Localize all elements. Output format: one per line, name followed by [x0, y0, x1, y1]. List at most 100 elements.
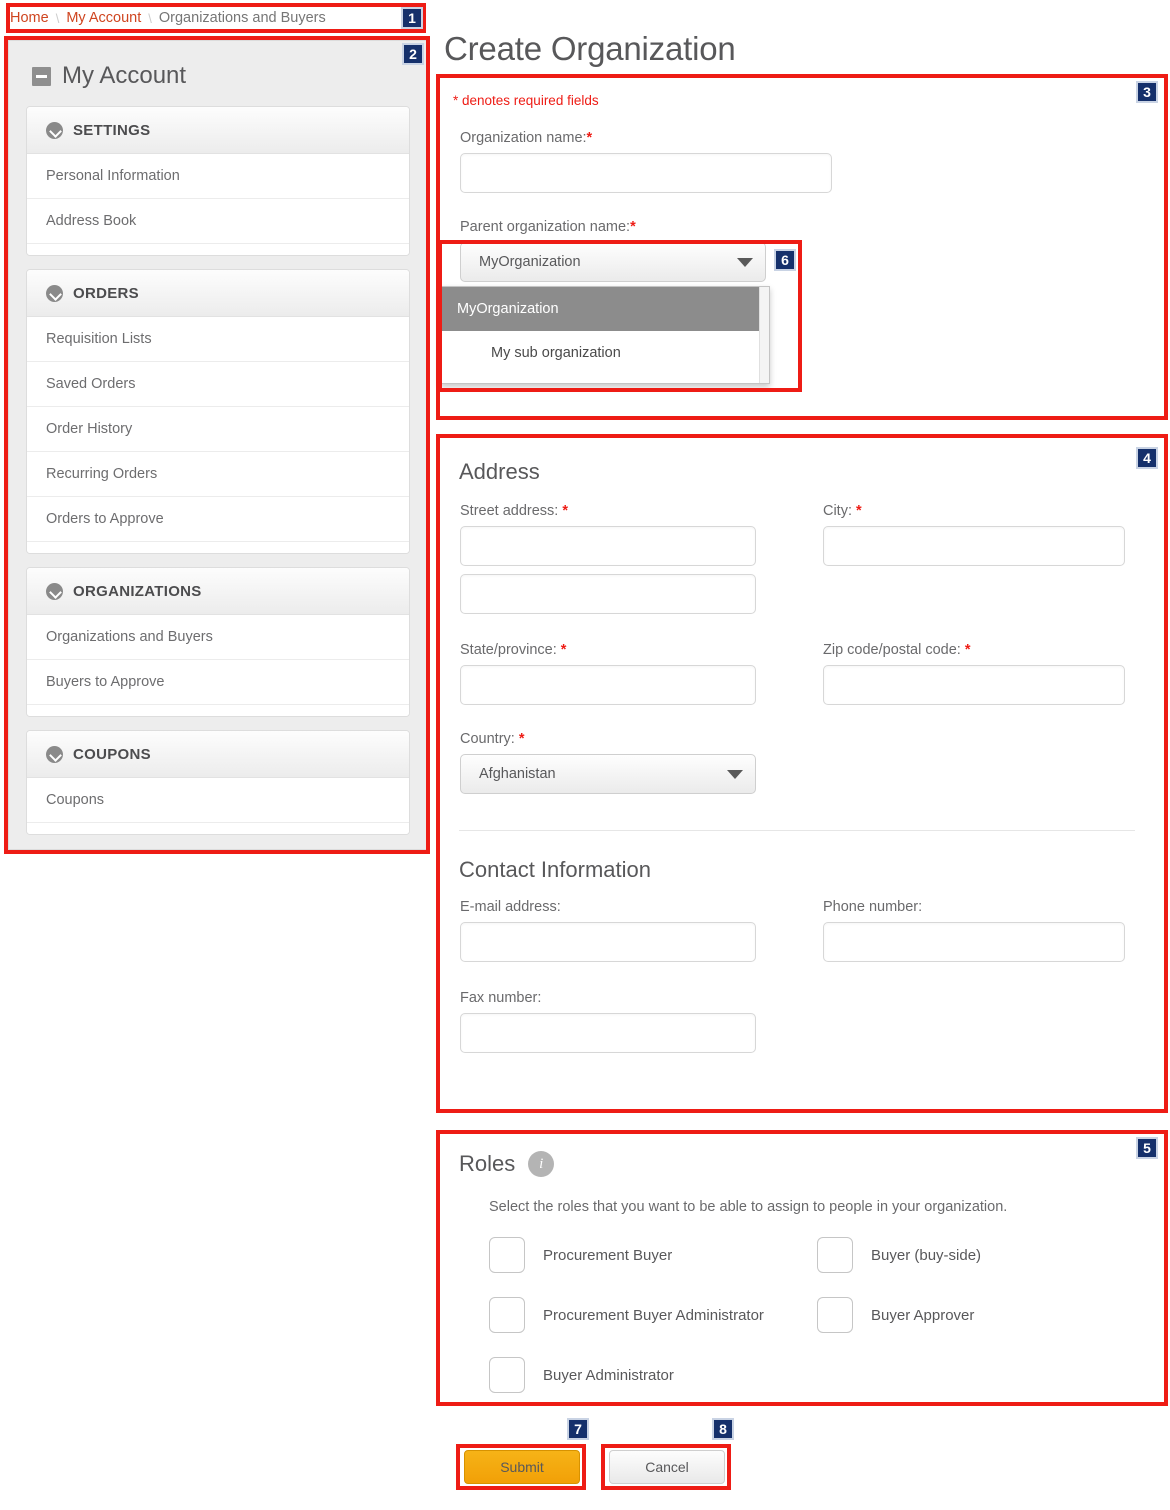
- required-asterisk: *: [856, 503, 862, 519]
- nav-group-settings: SETTINGS Personal Information Address Bo…: [26, 106, 410, 256]
- role-item-buyer-approver[interactable]: Buyer Approver: [817, 1297, 1145, 1333]
- sidebar-item-saved-orders[interactable]: Saved Orders: [27, 362, 409, 407]
- breadcrumb: Home \ My Account \ Organizations and Bu…: [10, 6, 425, 30]
- required-asterisk: *: [586, 130, 593, 146]
- dropdown-option-my-sub-organization[interactable]: My sub organization: [441, 331, 769, 375]
- sidebar-item-requisition-lists[interactable]: Requisition Lists: [27, 317, 409, 362]
- sidebar-title-label: My Account: [62, 62, 187, 89]
- phone-number-label: Phone number:: [822, 899, 923, 915]
- checkbox-buyer-buy-side[interactable]: [817, 1237, 853, 1273]
- sidebar-item-address-book[interactable]: Address Book: [27, 199, 409, 244]
- role-item-procurement-buyer[interactable]: Procurement Buyer: [489, 1237, 817, 1273]
- annotation-badge-4: 4: [1136, 447, 1158, 469]
- annotation-badge-5: 5: [1136, 1137, 1158, 1159]
- chevron-down-icon: [46, 121, 63, 139]
- main-content: Create Organization: [436, 30, 1166, 74]
- nav-group-header-coupons[interactable]: COUPONS: [27, 731, 409, 778]
- nav-group-footer: [27, 705, 409, 716]
- sidebar-item-coupons[interactable]: Coupons: [27, 778, 409, 823]
- chevron-down-icon: [46, 284, 63, 302]
- city-label: City: *: [822, 503, 862, 519]
- sidebar-item-orders-to-approve[interactable]: Orders to Approve: [27, 497, 409, 542]
- role-item-buyer-buy-side[interactable]: Buyer (buy-side): [817, 1237, 1145, 1273]
- nav-group-footer: [27, 542, 409, 553]
- contact-information-heading: Contact Information: [459, 857, 651, 882]
- checkbox-buyer-approver[interactable]: [817, 1297, 853, 1333]
- annotation-badge-6: 6: [774, 249, 796, 271]
- role-item-buyer-administrator[interactable]: Buyer Administrator: [489, 1357, 823, 1393]
- annotation-badge-3: 3: [1136, 81, 1158, 103]
- sidebar-item-organizations-and-buyers[interactable]: Organizations and Buyers: [27, 615, 409, 660]
- info-icon[interactable]: i: [528, 1151, 555, 1177]
- parent-organization-select[interactable]: MyOrganization: [460, 242, 766, 282]
- roles-panel: Roles i Select the roles that you want t…: [438, 1132, 1166, 1404]
- state-province-label: State/province: *: [460, 642, 567, 658]
- nav-group-organizations: ORGANIZATIONS Organizations and Buyers B…: [26, 567, 410, 717]
- annotation-badge-1: 1: [401, 7, 423, 29]
- sidebar-item-order-history[interactable]: Order History: [27, 407, 409, 452]
- required-asterisk: *: [964, 642, 971, 658]
- minus-icon[interactable]: [32, 66, 51, 86]
- dropdown-scrollbar[interactable]: [759, 287, 769, 383]
- dropdown-option-myorganization[interactable]: MyOrganization: [441, 287, 769, 331]
- nav-group-header-settings[interactable]: SETTINGS: [27, 107, 409, 154]
- fax-number-input[interactable]: [460, 1013, 756, 1053]
- phone-number-input[interactable]: [822, 922, 1125, 962]
- fax-number-label: Fax number:: [460, 990, 542, 1006]
- cancel-button[interactable]: Cancel: [609, 1450, 725, 1484]
- organization-name-input[interactable]: [460, 153, 832, 193]
- submit-button[interactable]: Submit: [464, 1450, 580, 1484]
- sidebar-title[interactable]: My Account: [32, 62, 410, 90]
- role-item-procurement-buyer-administrator[interactable]: Procurement Buyer Administrator: [489, 1297, 817, 1333]
- checkbox-procurement-buyer[interactable]: [489, 1237, 525, 1273]
- required-asterisk: *: [562, 503, 569, 519]
- country-select[interactable]: Afghanistan: [460, 754, 756, 794]
- address-section-heading: Address: [459, 459, 540, 484]
- chevron-down-icon: [737, 257, 753, 267]
- country-label: Country: *: [460, 731, 525, 747]
- checkbox-procurement-buyer-administrator[interactable]: [489, 1297, 525, 1333]
- street-address-label: Street address: *: [460, 503, 569, 519]
- role-label: Buyer Approver: [871, 1306, 975, 1324]
- nav-group-title: ORGANIZATIONS: [73, 582, 202, 600]
- address-contact-panel: Address Street address: * City: * State/…: [438, 436, 1166, 1111]
- roles-heading-label: Roles: [459, 1151, 516, 1176]
- checkbox-buyer-administrator[interactable]: [489, 1357, 525, 1393]
- annotation-badge-8: 8: [712, 1418, 734, 1440]
- sidebar-item-recurring-orders[interactable]: Recurring Orders: [27, 452, 409, 497]
- parent-organization-label: Parent organization name:*: [460, 219, 636, 235]
- email-address-input[interactable]: [460, 922, 756, 962]
- street-address-input-2[interactable]: [460, 574, 756, 614]
- nav-group-header-orders[interactable]: ORDERS: [27, 270, 409, 317]
- nav-group-header-organizations[interactable]: ORGANIZATIONS: [27, 568, 409, 615]
- parent-organization-dropdown-list[interactable]: MyOrganization My sub organization: [440, 286, 770, 384]
- annotation-badge-7: 7: [567, 1418, 589, 1440]
- roles-checkbox-grid: Procurement Buyer Buyer (buy-side) Procu…: [489, 1237, 1145, 1393]
- street-address-input-1[interactable]: [460, 526, 756, 566]
- page-root: Home \ My Account \ Organizations and Bu…: [0, 0, 1170, 1510]
- breadcrumb-item-my-account[interactable]: My Account: [66, 10, 141, 26]
- sidebar-item-personal-information[interactable]: Personal Information: [27, 154, 409, 199]
- zip-code-label: Zip code/postal code: *: [822, 642, 971, 658]
- email-address-label: E-mail address:: [460, 899, 561, 915]
- nav-group-title: ORDERS: [73, 284, 139, 302]
- nav-group-title: COUPONS: [73, 745, 151, 763]
- role-label: Buyer (buy-side): [871, 1246, 982, 1264]
- page-title: Create Organization: [444, 30, 736, 67]
- roles-row: Procurement Buyer Buyer (buy-side): [489, 1237, 1145, 1273]
- sidebar: My Account SETTINGS Personal Information…: [8, 40, 428, 850]
- breadcrumb-separator-icon: \: [55, 10, 60, 26]
- roles-intro-text: Select the roles that you want to be abl…: [489, 1199, 1008, 1215]
- annotation-badge-2: 2: [402, 43, 424, 65]
- chevron-down-icon: [46, 745, 63, 763]
- nav-group-orders: ORDERS Requisition Lists Saved Orders Or…: [26, 269, 410, 554]
- breadcrumb-item-home[interactable]: Home: [10, 10, 49, 26]
- role-label: Buyer Administrator: [543, 1366, 674, 1384]
- sidebar-item-buyers-to-approve[interactable]: Buyers to Approve: [27, 660, 409, 705]
- state-province-input[interactable]: [460, 665, 756, 705]
- zip-code-input[interactable]: [822, 665, 1125, 705]
- country-selected-value: Afghanistan: [479, 766, 556, 782]
- required-asterisk: *: [560, 642, 567, 658]
- city-input[interactable]: [822, 526, 1125, 566]
- required-asterisk: *: [630, 219, 636, 235]
